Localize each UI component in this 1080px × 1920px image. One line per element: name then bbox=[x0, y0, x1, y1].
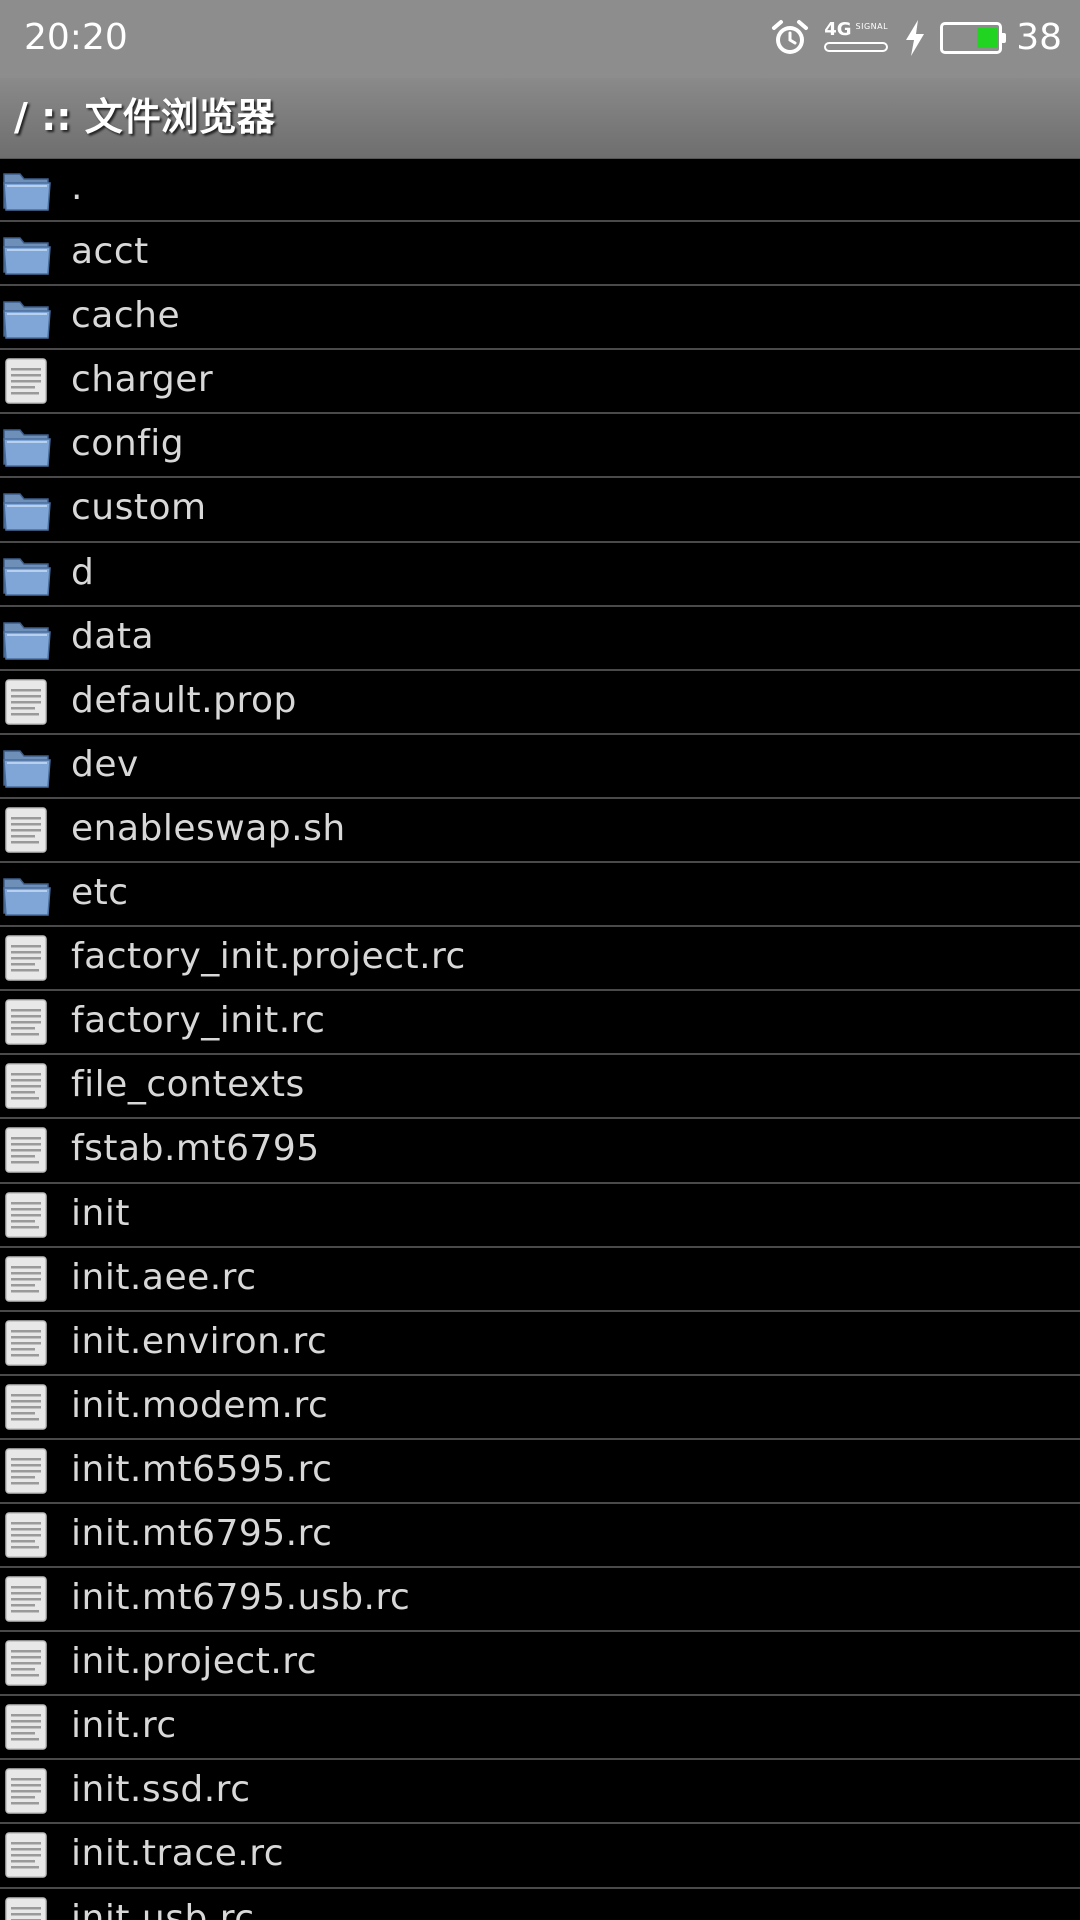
file-name: d bbox=[71, 551, 95, 593]
file-name: init.rc bbox=[71, 1705, 177, 1747]
document-icon bbox=[2, 356, 52, 406]
document-icon bbox=[2, 1895, 52, 1920]
file-list-item[interactable]: init.modem.rc bbox=[0, 1376, 1080, 1440]
page-title: / :: 文件浏览器 bbox=[14, 95, 275, 139]
battery-level-fill bbox=[977, 28, 998, 48]
file-name: . bbox=[71, 167, 83, 208]
document-icon bbox=[2, 1574, 52, 1624]
file-list-item[interactable]: init.usb.rc bbox=[0, 1889, 1080, 1920]
file-name: init.usb.rc bbox=[71, 1897, 255, 1920]
file-name: init bbox=[71, 1192, 130, 1234]
file-list-item[interactable]: init.mt6795.rc bbox=[0, 1504, 1080, 1569]
file-name: init.mt6795.rc bbox=[71, 1512, 333, 1554]
file-name: etc bbox=[71, 872, 129, 914]
folder-icon bbox=[2, 741, 52, 791]
file-name: factory_init.rc bbox=[71, 1000, 326, 1042]
document-icon bbox=[2, 1318, 52, 1368]
file-list-item[interactable]: acct bbox=[0, 222, 1080, 287]
folder-icon bbox=[2, 420, 52, 470]
file-list-item[interactable]: init.aee.rc bbox=[0, 1248, 1080, 1312]
file-list-item[interactable]: init.ssd.rc bbox=[0, 1760, 1080, 1825]
folder-icon bbox=[2, 164, 52, 214]
folder-icon bbox=[2, 869, 52, 919]
file-name: init.project.rc bbox=[71, 1641, 318, 1683]
file-name: fstab.mt6795 bbox=[71, 1128, 320, 1170]
charging-bolt-icon bbox=[906, 20, 925, 56]
file-list[interactable]: . acct cache charger config custom d data defaul… bbox=[0, 158, 1080, 1920]
file-name: init.mt6795.usb.rc bbox=[71, 1577, 411, 1619]
document-icon bbox=[2, 1702, 52, 1752]
file-name: acct bbox=[71, 231, 149, 273]
file-list-item[interactable]: etc bbox=[0, 863, 1080, 928]
file-list-item[interactable]: init.project.rc bbox=[0, 1632, 1080, 1697]
document-icon bbox=[2, 805, 52, 855]
file-name: data bbox=[71, 615, 155, 657]
file-list-item[interactable]: init.mt6795.usb.rc bbox=[0, 1568, 1080, 1633]
file-list-item[interactable]: file_contexts bbox=[0, 1055, 1080, 1120]
file-name: init.aee.rc bbox=[71, 1256, 257, 1298]
folder-icon bbox=[2, 613, 52, 663]
signal-bars bbox=[824, 42, 889, 52]
file-list-item[interactable]: init bbox=[0, 1184, 1080, 1248]
document-icon bbox=[2, 1061, 52, 1111]
file-name: dev bbox=[71, 743, 139, 785]
status-bar: 20:20 4G SIGNAL 38 bbox=[0, 0, 1080, 78]
title-bar: / :: 文件浏览器 bbox=[0, 78, 1080, 159]
folder-icon bbox=[2, 484, 52, 534]
file-name: init.modem.rc bbox=[71, 1384, 329, 1426]
file-name: default.prop bbox=[71, 679, 297, 721]
file-list-item[interactable]: enableswap.sh bbox=[0, 799, 1080, 864]
document-icon bbox=[2, 677, 52, 727]
file-name: custom bbox=[71, 487, 207, 529]
alarm-icon bbox=[772, 20, 809, 54]
document-icon bbox=[2, 1830, 52, 1880]
document-icon bbox=[2, 1446, 52, 1496]
file-name: init.trace.rc bbox=[71, 1833, 285, 1875]
file-list-item[interactable]: d bbox=[0, 543, 1080, 607]
document-icon bbox=[2, 1638, 52, 1688]
file-name: init.mt6595.rc bbox=[71, 1448, 333, 1490]
document-icon bbox=[2, 1190, 52, 1240]
document-icon bbox=[2, 997, 52, 1047]
status-time: 20:20 bbox=[24, 17, 128, 58]
file-list-item[interactable]: factory_init.project.rc bbox=[0, 927, 1080, 992]
folder-icon bbox=[2, 228, 52, 278]
file-list-item[interactable]: init.environ.rc bbox=[0, 1312, 1080, 1376]
file-list-item[interactable]: charger bbox=[0, 350, 1080, 415]
file-list-item[interactable]: dev bbox=[0, 735, 1080, 799]
document-icon bbox=[2, 933, 52, 983]
file-name: config bbox=[71, 423, 185, 465]
file-name: init.ssd.rc bbox=[71, 1769, 251, 1811]
battery-icon bbox=[940, 22, 1007, 54]
document-icon bbox=[2, 1254, 52, 1304]
file-name: factory_init.project.rc bbox=[71, 936, 466, 978]
file-list-item[interactable]: cache bbox=[0, 286, 1080, 351]
cellular-signal-icon: 4G SIGNAL bbox=[824, 21, 890, 55]
folder-icon bbox=[2, 292, 52, 342]
file-name: charger bbox=[71, 359, 214, 401]
signal-label: SIGNAL bbox=[855, 22, 889, 31]
folder-icon bbox=[2, 549, 52, 599]
file-list-item[interactable]: factory_init.rc bbox=[0, 991, 1080, 1056]
file-list-item[interactable]: data bbox=[0, 607, 1080, 671]
file-list-item[interactable]: fstab.mt6795 bbox=[0, 1119, 1080, 1184]
file-list-item[interactable]: init.trace.rc bbox=[0, 1824, 1080, 1889]
document-icon bbox=[2, 1766, 52, 1816]
file-list-item[interactable]: default.prop bbox=[0, 671, 1080, 735]
file-name: init.environ.rc bbox=[71, 1320, 328, 1362]
document-icon bbox=[2, 1382, 52, 1432]
battery-percent: 38 bbox=[1016, 17, 1062, 58]
status-indicators: 4G SIGNAL 38 bbox=[770, 14, 1062, 62]
file-name: file_contexts bbox=[71, 1064, 305, 1106]
file-name: enableswap.sh bbox=[71, 807, 346, 849]
file-list-item[interactable]: . bbox=[0, 158, 1080, 223]
file-list-item[interactable]: init.rc bbox=[0, 1696, 1080, 1761]
file-name: cache bbox=[71, 295, 181, 337]
file-list-item[interactable]: config bbox=[0, 414, 1080, 479]
network-type: 4G bbox=[824, 19, 852, 40]
document-icon bbox=[2, 1125, 52, 1175]
file-list-item[interactable]: init.mt6595.rc bbox=[0, 1440, 1080, 1504]
file-list-item[interactable]: custom bbox=[0, 478, 1080, 543]
document-icon bbox=[2, 1510, 52, 1560]
